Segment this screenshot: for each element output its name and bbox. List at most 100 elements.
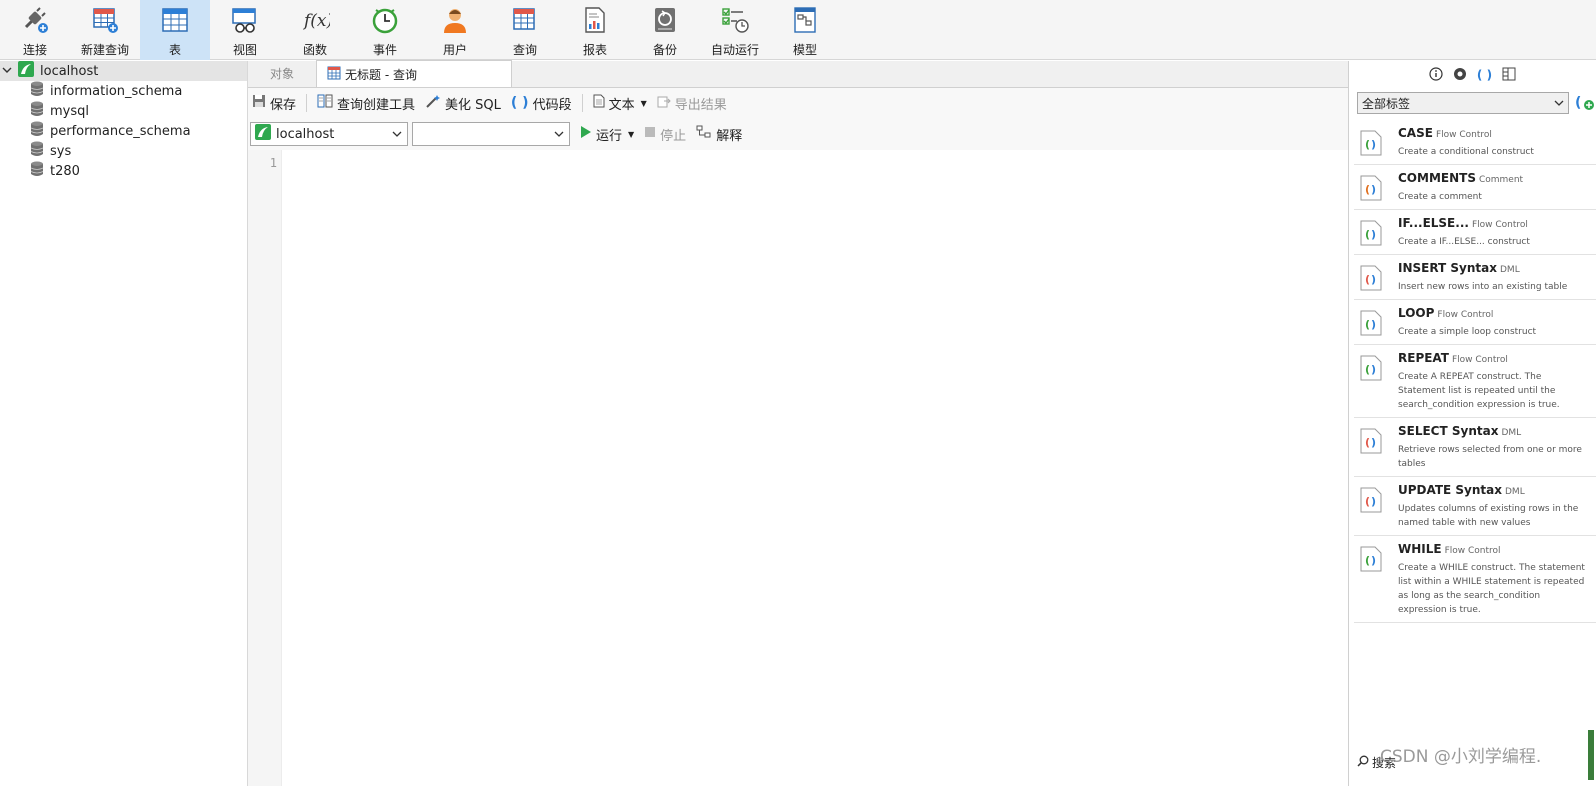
toolbar-table-button[interactable]: 表 bbox=[140, 0, 210, 60]
database-select[interactable] bbox=[412, 122, 570, 146]
connection-select-value: localhost bbox=[276, 126, 335, 142]
database-icon bbox=[30, 161, 44, 181]
toolbar-query-button[interactable]: 查询 bbox=[490, 0, 560, 60]
export-icon bbox=[657, 94, 671, 112]
query-table-icon bbox=[510, 5, 540, 35]
export-results-button[interactable]: 导出结果 bbox=[657, 94, 727, 113]
snippet-item[interactable]: () INSERT Syntax DML Insert new rows into … bbox=[1354, 255, 1596, 300]
toolbar-function-button[interactable]: f(x) 函数 bbox=[280, 0, 350, 60]
main-toolbar: 连接 新建查询 表 视图 f(x) 函数 事件 用户 bbox=[0, 0, 1596, 60]
panel-scrollbar[interactable] bbox=[1588, 730, 1594, 780]
tab-bar: 对象 无标题 - 查询 bbox=[248, 60, 1348, 88]
code-snippet-icon[interactable]: ( ) bbox=[1477, 68, 1492, 82]
tree-db-item[interactable]: t280 bbox=[0, 161, 247, 181]
explain-label: 解释 bbox=[716, 128, 743, 144]
snippet-file-icon: () bbox=[1360, 216, 1386, 249]
dropdown-arrow-icon: ▼ bbox=[628, 129, 635, 139]
toolbar-user-button[interactable]: 用户 bbox=[420, 0, 490, 60]
tree-db-item[interactable]: information_schema bbox=[0, 81, 247, 101]
tree-db-item[interactable]: mysql bbox=[0, 101, 247, 121]
snippet-file-icon: () bbox=[1360, 542, 1386, 617]
snippet-item[interactable]: () WHILE Flow Control Create a WHILE const… bbox=[1354, 536, 1596, 623]
run-label: 运行 bbox=[596, 128, 623, 144]
sql-editor[interactable]: 1 bbox=[248, 150, 1348, 786]
snippet-file-icon: () bbox=[1360, 351, 1386, 412]
connection-tree: localhost information_schema mysql perfo… bbox=[0, 61, 248, 786]
code-snippet-label: 代码段 bbox=[532, 97, 572, 113]
toolbar-autorun-button[interactable]: 自动运行 bbox=[700, 0, 770, 60]
add-snippet-icon[interactable]: ( bbox=[1575, 92, 1595, 115]
magic-wand-icon bbox=[425, 94, 441, 112]
snippet-item[interactable]: () UPDATE Syntax DML Updates columns of ex… bbox=[1354, 477, 1596, 536]
eye-icon[interactable] bbox=[1453, 67, 1467, 84]
svg-text:): ) bbox=[1371, 363, 1376, 376]
query-tab-icon bbox=[327, 66, 341, 83]
snippet-name: REPEAT bbox=[1398, 351, 1449, 365]
snippet-list: () CASE Flow Control Create a conditional … bbox=[1354, 120, 1596, 623]
tab-query-label: 无标题 - 查询 bbox=[345, 67, 417, 82]
svg-text:(: ( bbox=[1365, 436, 1370, 449]
toolbar-query-label: 查询 bbox=[512, 43, 537, 57]
save-button[interactable]: 保存 bbox=[252, 94, 296, 113]
text-document-icon bbox=[593, 94, 605, 112]
beautify-sql-button[interactable]: 美化 SQL bbox=[425, 94, 501, 113]
tab-objects-label: 对象 bbox=[269, 67, 294, 81]
snippet-item[interactable]: () REPEAT Flow Control Create A REPEAT con… bbox=[1354, 345, 1596, 418]
snippet-item[interactable]: () IF...ELSE... Flow Control Create a IF..… bbox=[1354, 210, 1596, 255]
svg-text:(: ( bbox=[1575, 95, 1581, 111]
toolbar-view-button[interactable]: 视图 bbox=[210, 0, 280, 60]
tree-connection-localhost[interactable]: localhost bbox=[0, 61, 247, 81]
snippet-description: Create a WHILE construct. The statement … bbox=[1398, 563, 1585, 615]
snippet-item[interactable]: () SELECT Syntax DML Retrieve rows selecte… bbox=[1354, 418, 1596, 477]
svg-text:(: ( bbox=[1365, 495, 1370, 508]
tag-filter-select[interactable]: 全部标签 bbox=[1357, 92, 1569, 114]
toolbar-new-query-button[interactable]: 新建查询 bbox=[70, 0, 140, 60]
tree-db-item[interactable]: sys bbox=[0, 141, 247, 161]
line-number-gutter: 1 bbox=[248, 150, 282, 786]
svg-text:): ) bbox=[1371, 183, 1376, 196]
info-icon[interactable] bbox=[1429, 66, 1443, 84]
snippet-description: Updates columns of existing rows in the … bbox=[1398, 504, 1579, 528]
dropdown-arrow-icon: ▼ bbox=[640, 98, 647, 108]
explain-button[interactable]: 解释 bbox=[696, 125, 742, 144]
snippet-item[interactable]: () CASE Flow Control Create a conditional … bbox=[1354, 120, 1596, 165]
toolbar-model-label: 模型 bbox=[792, 43, 817, 57]
svg-text:(: ( bbox=[1365, 363, 1370, 376]
stop-icon bbox=[644, 126, 656, 142]
snippet-name: UPDATE Syntax bbox=[1398, 483, 1502, 497]
toolbar-model-button[interactable]: 模型 bbox=[770, 0, 840, 60]
connection-select[interactable]: localhost bbox=[250, 122, 408, 146]
toolbar-table-label: 表 bbox=[168, 43, 181, 57]
snippet-category: Flow Control bbox=[1451, 355, 1508, 365]
snippet-item[interactable]: () COMMENTS Comment Create a comment bbox=[1354, 165, 1596, 210]
snippet-file-icon: () bbox=[1360, 171, 1386, 204]
toolbar-connect-button[interactable]: 连接 bbox=[0, 0, 70, 60]
search-icon bbox=[1357, 755, 1369, 770]
run-button[interactable]: 运行 ▼ bbox=[580, 125, 634, 144]
code-snippet-button[interactable]: ( ) 代码段 bbox=[511, 94, 572, 113]
stop-button[interactable]: 停止 bbox=[644, 125, 686, 144]
svg-text:): ) bbox=[1371, 554, 1376, 567]
play-icon bbox=[580, 125, 592, 143]
query-builder-label: 查询创建工具 bbox=[337, 97, 416, 113]
chevron-down-icon[interactable] bbox=[2, 64, 12, 79]
export-results-label: 导出结果 bbox=[674, 97, 727, 113]
tab-untitled-query[interactable]: 无标题 - 查询 bbox=[316, 60, 512, 87]
text-mode-button[interactable]: 文本 ▼ bbox=[593, 94, 647, 113]
tree-db-label: information_schema bbox=[50, 83, 183, 99]
layout-columns-icon[interactable] bbox=[1502, 67, 1516, 84]
toolbar-report-button[interactable]: 报表 bbox=[560, 0, 630, 60]
svg-text:(: ( bbox=[1365, 228, 1370, 241]
snippet-name: COMMENTS bbox=[1398, 171, 1476, 185]
snippet-name: INSERT Syntax bbox=[1398, 261, 1497, 275]
toolbar-event-button[interactable]: 事件 bbox=[350, 0, 420, 60]
query-builder-button[interactable]: 查询创建工具 bbox=[317, 94, 415, 113]
toolbar-backup-button[interactable]: 备份 bbox=[630, 0, 700, 60]
snippet-name: WHILE bbox=[1398, 542, 1442, 556]
tree-db-label: sys bbox=[50, 143, 72, 159]
explain-icon bbox=[696, 125, 712, 143]
tab-objects[interactable]: 对象 bbox=[248, 60, 316, 87]
snippet-category: DML bbox=[1505, 487, 1525, 497]
tree-db-item[interactable]: performance_schema bbox=[0, 121, 247, 141]
snippet-item[interactable]: () LOOP Flow Control Create a simple loop … bbox=[1354, 300, 1596, 345]
